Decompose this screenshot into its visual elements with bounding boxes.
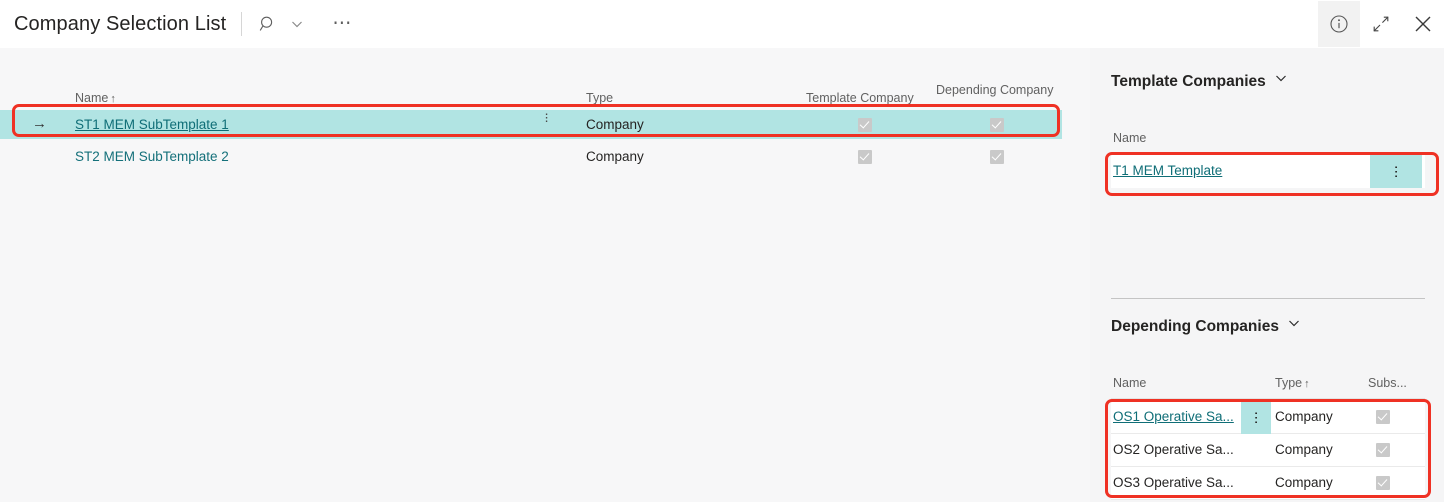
sort-ascending-icon: ↑ — [1304, 378, 1310, 390]
info-icon[interactable] — [1318, 1, 1360, 47]
row-template-company-checkbox[interactable] — [858, 118, 872, 132]
page-title: Company Selection List — [14, 13, 226, 36]
chevron-down-icon[interactable] — [282, 9, 312, 39]
depending-companies-header-rule — [1111, 398, 1425, 399]
search-icon-glyph — [259, 15, 277, 33]
column-header-name-label: Name — [75, 91, 108, 105]
column-header-depending-company[interactable]: Depending Company — [936, 83, 1000, 97]
row-depending-company-checkbox[interactable] — [990, 118, 1004, 132]
restore-down-icon[interactable] — [1360, 1, 1402, 47]
depending-company-subs-checkbox[interactable] — [1376, 476, 1390, 490]
row-kebab-glyph: ⋮ — [540, 116, 552, 121]
depending-company-kebab-glyph: ⋮ — [1248, 410, 1264, 426]
row-selector-arrow-icon: → — [32, 116, 47, 132]
column-header-name[interactable]: Name↑ — [75, 91, 116, 106]
main-list-header: Name↑ Type Template Company Depending Co… — [0, 79, 1080, 108]
template-companies-row[interactable]: T1 MEM Template ⋮ — [1111, 155, 1425, 188]
close-icon[interactable] — [1402, 1, 1444, 47]
template-companies-title-label: Template Companies — [1111, 73, 1266, 90]
main-company-list: Name↑ Type Template Company Depending Co… — [0, 48, 1080, 502]
row-name-link[interactable]: ST2 MEM SubTemplate 2 — [75, 149, 229, 165]
chevron-down-icon-glyph — [289, 16, 305, 32]
column-header-template-company[interactable]: Template Company — [806, 91, 914, 105]
depending-company-type-value: Company — [1275, 475, 1333, 491]
chevron-down-icon-glyph — [1274, 71, 1288, 85]
depending-type-label: Type — [1275, 376, 1302, 390]
depending-company-kebab-menu-icon[interactable]: ⋮ — [1241, 401, 1271, 434]
more-options-ellipsis-icon[interactable]: ⋯ — [327, 9, 357, 39]
restore-down-icon-glyph — [1371, 14, 1391, 34]
template-company-kebab-menu-icon[interactable]: ⋮ — [1370, 155, 1422, 188]
template-companies-column-header-name[interactable]: Name — [1113, 131, 1146, 145]
factbox-pane: Template Companies Name T1 MEM Template … — [1090, 48, 1444, 502]
row-type-value: Company — [586, 149, 644, 165]
depending-company-name-link[interactable]: OS3 Operative Sa... — [1113, 475, 1234, 491]
depending-company-name-link[interactable]: OS1 Operative Sa... — [1113, 409, 1234, 425]
template-company-name-link[interactable]: T1 MEM Template — [1113, 163, 1222, 179]
factbox-divider — [1111, 298, 1425, 299]
depending-company-name-link[interactable]: OS2 Operative Sa... — [1113, 442, 1234, 458]
depending-company-subs-checkbox[interactable] — [1376, 410, 1390, 424]
info-icon-glyph — [1329, 14, 1349, 34]
sort-ascending-icon: ↑ — [110, 93, 116, 105]
depending-companies-title-label: Depending Companies — [1111, 318, 1279, 335]
chevron-down-icon[interactable] — [1274, 71, 1288, 90]
depending-company-type-value: Company — [1275, 409, 1333, 425]
window-controls — [1318, 0, 1444, 48]
row-type-value: Company — [586, 117, 644, 133]
template-company-kebab-glyph: ⋮ — [1388, 164, 1404, 180]
window-titlebar: Company Selection List ⋯ — [0, 0, 1444, 48]
template-companies-section-title[interactable]: Template Companies — [1111, 71, 1288, 91]
row-name-link[interactable]: ST1 MEM SubTemplate 1 — [75, 117, 229, 133]
depending-company-subs-checkbox[interactable] — [1376, 443, 1390, 457]
search-icon[interactable] — [253, 9, 283, 39]
depending-companies-row[interactable]: OS1 Operative Sa... ⋮ Company — [1111, 401, 1425, 434]
table-row[interactable]: → ST1 MEM SubTemplate 1 ⋮ Company — [0, 110, 1062, 139]
row-depending-company-checkbox[interactable] — [990, 150, 1004, 164]
chevron-down-icon-glyph — [1287, 316, 1301, 330]
depending-companies-row[interactable]: OS2 Operative Sa... Company — [1111, 434, 1425, 467]
close-icon-glyph — [1411, 12, 1435, 36]
company-selection-list-window: Company Selection List ⋯ — [0, 0, 1444, 502]
depending-companies-column-header-name[interactable]: Name — [1113, 376, 1146, 390]
title-divider — [241, 12, 242, 36]
row-kebab-menu-icon[interactable]: ⋮ — [540, 115, 552, 121]
chevron-down-icon[interactable] — [1287, 316, 1301, 335]
depending-company-type-value: Company — [1275, 442, 1333, 458]
depending-companies-section-title[interactable]: Depending Companies — [1111, 316, 1301, 336]
column-header-type[interactable]: Type — [586, 91, 613, 105]
template-companies-header-rule — [1111, 152, 1425, 153]
depending-companies-column-header-type[interactable]: Type↑ — [1275, 376, 1310, 391]
depending-companies-column-header-subs[interactable]: Subs... — [1368, 376, 1407, 390]
row-template-company-checkbox[interactable] — [858, 150, 872, 164]
ellipsis-glyph: ⋯ — [332, 19, 352, 29]
table-row[interactable]: ST2 MEM SubTemplate 2 Company — [0, 142, 1062, 171]
depending-companies-row[interactable]: OS3 Operative Sa... Company — [1111, 467, 1425, 500]
